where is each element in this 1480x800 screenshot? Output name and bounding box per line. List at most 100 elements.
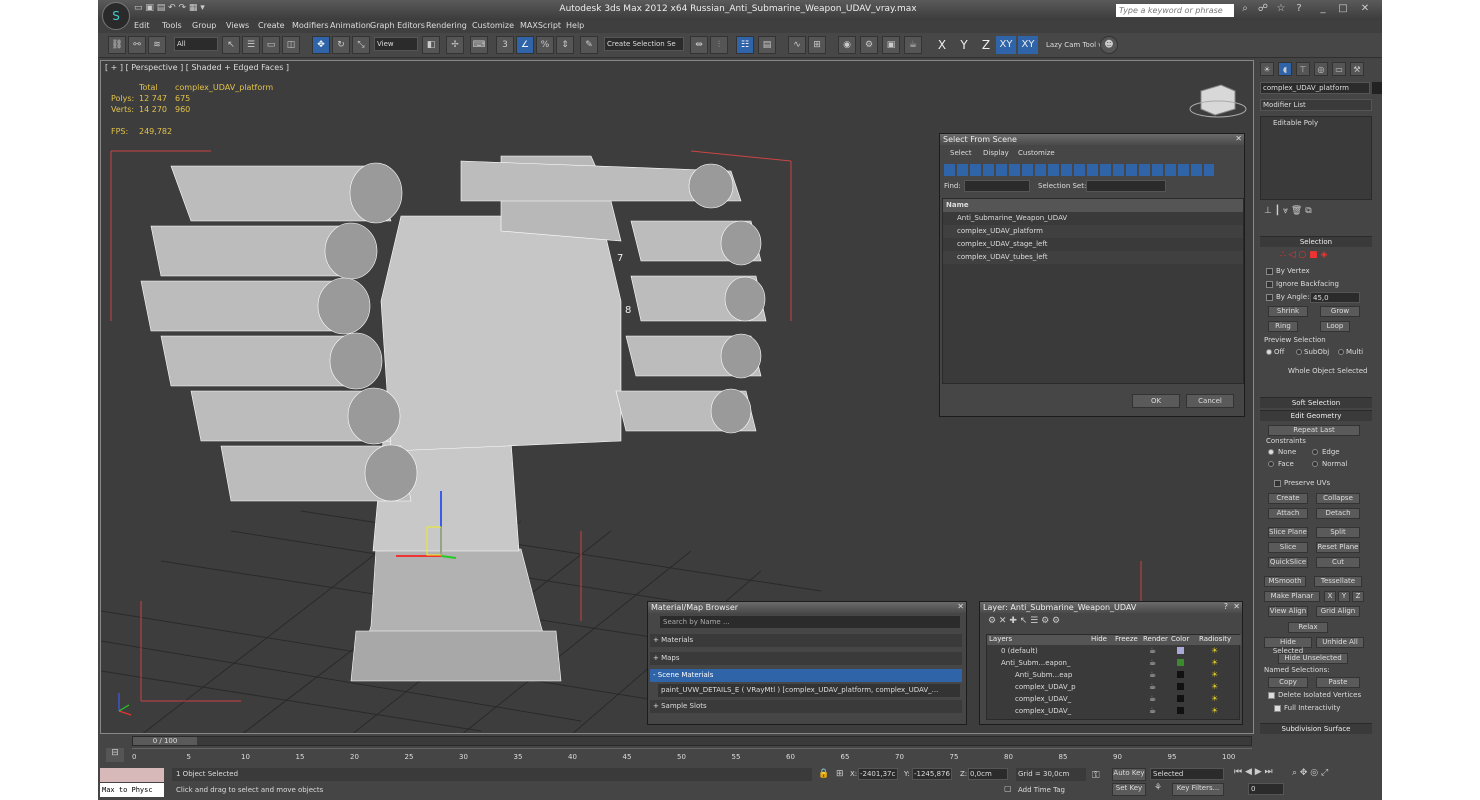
menu-help[interactable]: Help	[566, 21, 584, 30]
hierarchy-tab-icon[interactable]: ⊤	[1296, 62, 1310, 76]
close-icon[interactable]: ✕	[1235, 134, 1242, 143]
plugin-icon[interactable]: ☻	[1100, 36, 1118, 54]
loop-button[interactable]: Loop	[1320, 321, 1350, 332]
layer-row[interactable]: complex_UDAV_ ☀ ☕	[987, 693, 1241, 705]
slice-button[interactable]: Slice	[1268, 542, 1308, 553]
select-object-icon[interactable]: ↖	[222, 36, 240, 54]
name-column-header[interactable]: Name	[943, 199, 1243, 212]
selection-filter-dropdown[interactable]: All	[174, 37, 218, 51]
find-input[interactable]	[964, 180, 1030, 192]
create-tab-icon[interactable]: ☀	[1260, 62, 1274, 76]
auto-key-button[interactable]: Auto Key	[1112, 768, 1146, 781]
layer-column-hide[interactable]: Hide	[1091, 635, 1107, 643]
select-by-name-icon[interactable]: ☰	[242, 36, 260, 54]
radiosity-icon[interactable]: ☀	[1211, 694, 1218, 703]
filter-toolbar[interactable]	[944, 164, 1214, 176]
layer-color-swatch[interactable]	[1177, 695, 1184, 702]
snap-3d-icon[interactable]: 3	[496, 36, 514, 54]
radiosity-icon[interactable]: ☀	[1211, 670, 1218, 679]
menu-animation[interactable]: Animation	[330, 21, 371, 30]
constraint-edge-radio[interactable]	[1312, 449, 1318, 455]
detach-button[interactable]: Detach	[1316, 508, 1360, 519]
render-teapot-icon[interactable]: ☕	[1149, 682, 1156, 691]
mirror-icon[interactable]: ⇹	[690, 36, 708, 54]
menu-rendering[interactable]: Rendering	[426, 21, 467, 30]
layer-color-swatch[interactable]	[1177, 659, 1184, 666]
time-slider-thumb[interactable]: 0 / 100	[133, 737, 197, 745]
paste-button[interactable]: Paste	[1316, 677, 1360, 688]
layer-column-layers[interactable]: Layers	[989, 635, 1012, 643]
pivot-center-icon[interactable]: ◧	[422, 36, 440, 54]
subdivision-rollout-header[interactable]: Subdivision Surface	[1260, 723, 1372, 734]
axis-y-button[interactable]: Y	[954, 36, 974, 54]
layer-row[interactable]: 0 (default) ☀ ☕	[987, 645, 1241, 657]
layer-row[interactable]: complex_UDAV_p ☀ ☕	[987, 681, 1241, 693]
preview-multi-radio[interactable]	[1338, 349, 1344, 355]
preserve-uvs-checkbox[interactable]	[1274, 480, 1281, 487]
mini-curve-editor-icon[interactable]: ⊟	[106, 748, 124, 762]
menu-create[interactable]: Create	[258, 21, 285, 30]
reference-coordinate-dropdown[interactable]: View	[374, 37, 418, 51]
help-icon[interactable]: ?	[1292, 3, 1306, 15]
radiosity-icon[interactable]: ☀	[1211, 658, 1218, 667]
scene-object-item[interactable]: complex_UDAV_stage_left	[943, 238, 1243, 251]
layer-row[interactable]: Anti_Subm...eapon_ ☀ ☕	[987, 657, 1241, 669]
menu-customize[interactable]: Customize	[1018, 149, 1055, 157]
by-vertex-checkbox[interactable]	[1266, 268, 1273, 275]
axis-z-button[interactable]: Z	[976, 36, 996, 54]
hide-selected-button[interactable]: Hide Selected	[1264, 637, 1312, 655]
menu-tools[interactable]: Tools	[162, 21, 182, 30]
help-star-icon[interactable]: ☆	[1274, 3, 1288, 15]
planar-z-button[interactable]: Z	[1352, 591, 1364, 602]
display-tab-icon[interactable]: ▭	[1332, 62, 1346, 76]
layer-manager-icon[interactable]: ☷	[736, 36, 754, 54]
layer-row[interactable]: complex_UDAV_ ☀ ☕	[987, 705, 1241, 717]
grid-align-button[interactable]: Grid Align	[1316, 606, 1360, 617]
key-icon[interactable]: ⚿	[1092, 770, 1100, 781]
layer-color-swatch[interactable]	[1177, 671, 1184, 678]
radiosity-icon[interactable]: ☀	[1211, 706, 1218, 715]
ring-button[interactable]: Ring	[1268, 321, 1298, 332]
layer-row[interactable]: Anti_Subm...eap ☀ ☕	[987, 669, 1241, 681]
scene-object-item[interactable]: complex_UDAV_tubes_left	[943, 251, 1243, 264]
menu-views[interactable]: Views	[226, 21, 249, 30]
cut-button[interactable]: Cut	[1316, 557, 1360, 568]
time-slider[interactable]: 0 / 100	[132, 736, 1252, 746]
absolute-mode-icon[interactable]: ⊞	[836, 769, 844, 779]
move-icon[interactable]: ✥	[312, 36, 330, 54]
preview-off-radio[interactable]	[1266, 349, 1272, 355]
object-color-swatch[interactable]	[1372, 82, 1382, 94]
selection-rollout-header[interactable]: Selection	[1260, 236, 1372, 247]
render-setup-icon[interactable]: ⚙	[860, 36, 878, 54]
bind-spacewarp-icon[interactable]: ≋	[148, 36, 166, 54]
key-filters-button[interactable]: Key Filters...	[1172, 783, 1224, 796]
axis-xy-cycle-button[interactable]: XY	[1018, 36, 1038, 54]
curve-editor-icon[interactable]: ∿	[788, 36, 806, 54]
planar-x-button[interactable]: X	[1324, 591, 1336, 602]
close-icon[interactable]: ✕	[1358, 3, 1372, 15]
keyboard-shortcut-icon[interactable]: ⌨	[470, 36, 488, 54]
named-selection-dropdown[interactable]: Create Selection Se	[604, 37, 684, 51]
ribbon-icon[interactable]: ▤	[758, 36, 776, 54]
material-editor-icon[interactable]: ◉	[838, 36, 856, 54]
preview-subobj-radio[interactable]	[1296, 349, 1302, 355]
split-checkbox[interactable]: Split	[1316, 527, 1360, 538]
radiosity-icon[interactable]: ☀	[1211, 682, 1218, 691]
spinner-snap-icon[interactable]: ⇕	[556, 36, 574, 54]
by-angle-checkbox[interactable]	[1266, 294, 1273, 301]
menu-group[interactable]: Group	[192, 21, 216, 30]
axis-x-button[interactable]: X	[932, 36, 952, 54]
axis-xy-button[interactable]: XY	[996, 36, 1016, 54]
edit-geometry-rollout-header[interactable]: Edit Geometry	[1260, 410, 1372, 421]
layer-color-swatch[interactable]	[1177, 647, 1184, 654]
time-tag-icon[interactable]: ▢	[1004, 784, 1012, 793]
layer-color-swatch[interactable]	[1177, 707, 1184, 714]
make-planar-button[interactable]: Make Planar	[1264, 591, 1320, 602]
planar-y-button[interactable]: Y	[1338, 591, 1350, 602]
utilities-tab-icon[interactable]: ⚒	[1350, 62, 1364, 76]
maximize-icon[interactable]: □	[1336, 3, 1350, 15]
scale-icon[interactable]: ⤡	[352, 36, 370, 54]
binoculars-icon[interactable]: ⌕	[1238, 3, 1252, 15]
menu-display[interactable]: Display	[983, 149, 1009, 157]
render-teapot-icon[interactable]: ☕	[1149, 670, 1156, 679]
